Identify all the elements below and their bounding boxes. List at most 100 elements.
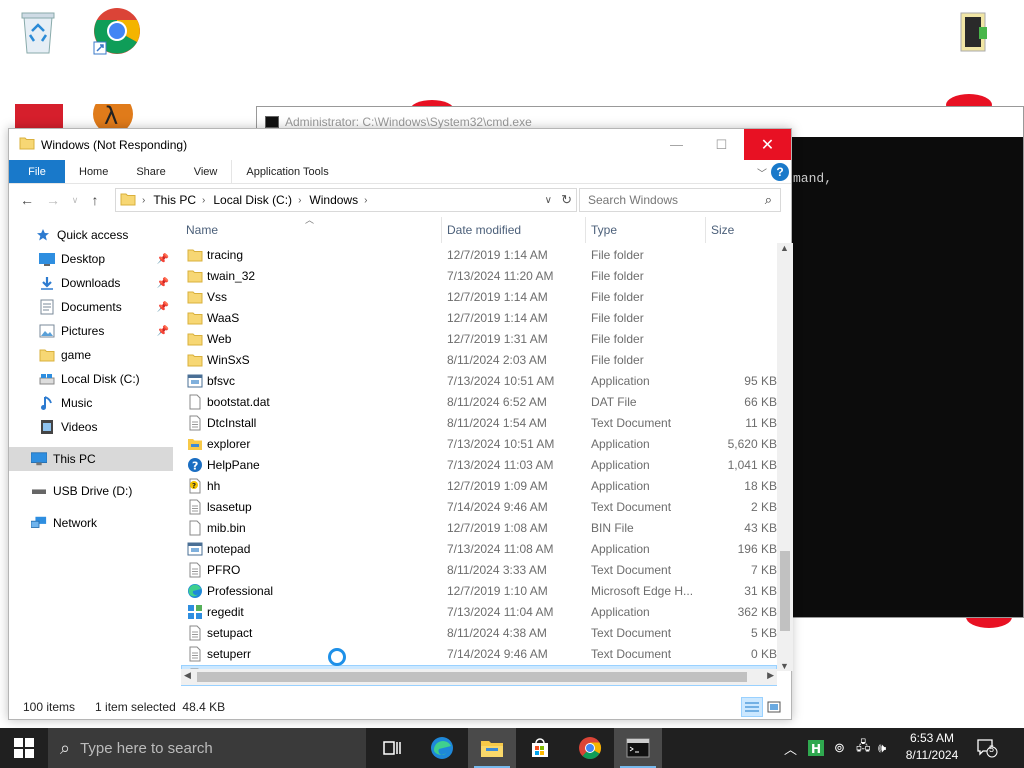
tab-application-tools[interactable]: Application Tools [231,160,342,183]
nav-item-this-pc[interactable]: This PC [9,447,173,471]
taskbar-clock[interactable]: 6:53 AM 8/11/2024 [896,730,968,764]
maximize-button[interactable]: ☐ [699,129,744,160]
volume-icon[interactable]: 🕪 [878,728,886,768]
file-row[interactable]: ? HelpPane 7/13/2024 11:03 AM Application 1,… [181,455,777,476]
file-row[interactable]: setupact 8/11/2024 4:38 AM Text Document 5 … [181,623,777,644]
tab-file[interactable]: File [9,160,65,183]
cmd-taskbar-button[interactable] [614,728,662,768]
close-button[interactable]: ✕ [744,129,791,160]
scroll-left-icon[interactable]: ◀ [184,670,191,681]
address-dropdown-chevron-icon[interactable]: ∨ [545,195,552,206]
file-date: 12/7/2019 1:08 AM [447,521,548,535]
details-view-button[interactable] [741,697,763,717]
breadcrumb-separator-icon[interactable]: › [364,195,367,206]
microsoft-store-taskbar-button[interactable] [516,728,564,768]
network-icon [31,515,47,531]
forward-arrow-icon[interactable]: → [43,192,63,208]
breadcrumb-separator-icon[interactable]: › [202,195,205,206]
file-row[interactable]: Web 12/7/2019 1:31 AM File folder [181,329,777,350]
nav-item-downloads[interactable]: Downloads 📌 [9,271,173,295]
nav-item-music[interactable]: Music [9,391,173,415]
edge-taskbar-button[interactable] [418,728,466,768]
pin-icon[interactable]: 📌 [157,302,169,313]
minimize-button[interactable]: — [654,129,699,160]
column-header-name[interactable]: Name ︿ [181,215,441,243]
file-row[interactable]: regedit 7/13/2024 11:04 AM Application 362 … [181,602,777,623]
pin-icon[interactable]: 📌 [157,254,169,265]
file-row[interactable]: Professional 12/7/2019 1:10 AM Microsoft E… [181,581,777,602]
tray-app-icon[interactable]: H [808,728,824,768]
scroll-up-icon[interactable]: ▲ [780,243,789,253]
file-row[interactable]: Vss 12/7/2019 1:14 AM File folder [181,287,777,308]
address-bar[interactable]: › This PC › Local Disk (C:) › Windows › … [115,188,577,212]
help-icon[interactable]: ? [771,163,789,181]
scrollbar-thumb[interactable] [197,672,747,682]
column-header-type[interactable]: Type [585,217,705,243]
nav-item-game[interactable]: game [9,343,173,367]
breadcrumb-this-pc[interactable]: This PC [153,193,196,207]
tab-home[interactable]: Home [65,160,122,183]
taskbar-search-box[interactable]: ⌕ Type here to search [48,728,366,768]
back-arrow-icon[interactable]: ← [17,192,37,208]
column-header-size[interactable]: Size [705,217,777,243]
file-row[interactable]: DtcInstall 8/11/2024 1:54 AM Text Document… [181,413,777,434]
scrollbar-thumb[interactable] [780,551,790,631]
pin-icon[interactable]: 📌 [157,278,169,289]
file-row[interactable]: explorer 7/13/2024 10:51 AM Application 5,6… [181,434,777,455]
nav-item-local-disk-c[interactable]: Local Disk (C:) [9,367,173,391]
tab-view[interactable]: View [180,160,232,183]
notifications-button[interactable]: 5 [976,728,998,768]
half-life-desktop-icon[interactable]: λ [90,104,140,128]
breadcrumb-separator-icon[interactable]: › [298,195,301,206]
tray-camera-icon[interactable]: ⊚ [834,728,845,768]
breadcrumb-windows[interactable]: Windows [309,193,358,207]
show-hidden-icons-chevron-icon[interactable]: ︿ [784,728,797,768]
file-desktop-icon[interactable] [956,10,992,54]
nav-item-quick-access[interactable]: Quick access [9,223,173,247]
recycle-bin-icon[interactable] [16,8,60,56]
large-icons-view-button[interactable] [763,697,785,717]
column-header-date[interactable]: Date modified [441,217,585,243]
up-arrow-icon[interactable]: ↑ [85,192,105,208]
tab-share[interactable]: Share [122,160,179,183]
vertical-scrollbar[interactable]: ▲ ▼ [777,243,793,671]
task-view-button[interactable] [368,728,416,768]
breadcrumb-separator-icon[interactable]: › [142,195,145,206]
nav-item-documents[interactable]: Documents 📌 [9,295,173,319]
file-row[interactable]: notepad 7/13/2024 11:08 AM Application 196 … [181,539,777,560]
recent-locations-chevron-icon[interactable]: ∨ [65,195,85,206]
file-size: 5,620 KB [727,437,777,451]
expand-ribbon-chevron-icon[interactable]: ﹀ [757,165,767,180]
search-input[interactable]: Search Windows ⌕ [579,188,781,212]
red-app-desktop-icon[interactable] [14,104,64,128]
start-button[interactable] [0,728,48,768]
refresh-icon[interactable]: ↻ [561,192,572,208]
breadcrumb-local-disk[interactable]: Local Disk (C:) [213,193,292,207]
explorer-titlebar[interactable]: Windows (Not Responding) — ☐ ✕ [9,129,791,160]
file-row[interactable]: ? hh 12/7/2019 1:09 AM Application 18 KB [181,476,777,497]
nav-item-videos[interactable]: Videos [9,415,173,439]
file-explorer-taskbar-button[interactable] [468,728,516,768]
file-row[interactable]: setuperr 7/14/2024 9:46 AM Text Document 0 … [181,644,777,665]
chrome-taskbar-button[interactable] [566,728,614,768]
nav-item-network[interactable]: Network [9,511,173,535]
file-explorer-window[interactable]: Windows (Not Responding) — ☐ ✕ File Home… [8,128,793,720]
file-row[interactable]: twain_32 7/13/2024 11:20 AM File folder [181,266,777,287]
file-row[interactable]: bootstat.dat 8/11/2024 6:52 AM DAT File 66 … [181,392,777,413]
scroll-right-icon[interactable]: ▶ [767,670,774,681]
file-row[interactable]: WinSxS 8/11/2024 2:03 AM File folder [181,350,777,371]
chrome-desktop-icon[interactable] [90,6,144,56]
horizontal-scrollbar[interactable]: ◀ ▶ [181,669,777,685]
file-row[interactable]: tracing 12/7/2019 1:14 AM File folder [181,245,777,266]
file-row[interactable]: bfsvc 7/13/2024 10:51 AM Application 95 KB [181,371,777,392]
nav-item-usb-drive-d[interactable]: USB Drive (D:) [9,479,173,503]
nav-item-pictures[interactable]: Pictures 📌 [9,319,173,343]
file-row[interactable]: WaaS 12/7/2019 1:14 AM File folder [181,308,777,329]
file-row[interactable]: PFRO 8/11/2024 3:33 AM Text Document 7 KB [181,560,777,581]
file-row[interactable]: mib.bin 12/7/2019 1:08 AM BIN File 43 KB [181,518,777,539]
file-row[interactable]: lsasetup 7/14/2024 9:46 AM Text Document 2 … [181,497,777,518]
network-tray-icon[interactable]: 🖧 [856,728,871,768]
pin-icon[interactable]: 📌 [157,326,169,337]
scroll-down-icon[interactable]: ▼ [780,661,789,671]
nav-item-desktop[interactable]: Desktop 📌 [9,247,173,271]
